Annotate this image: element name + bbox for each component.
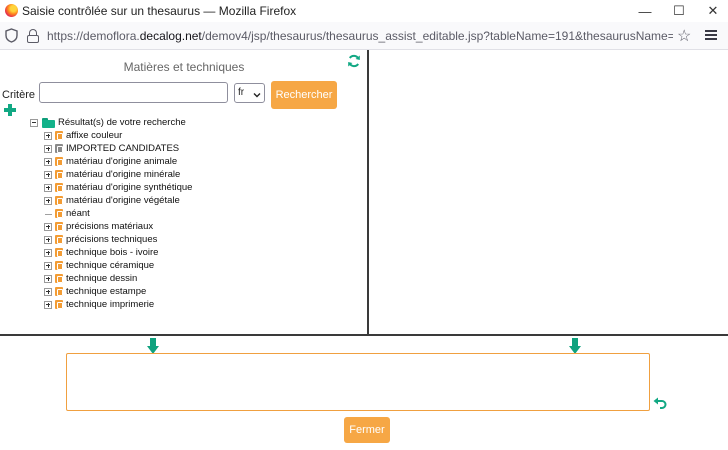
tree-item-label[interactable]: précisions techniques [66, 234, 157, 245]
tree-item-label[interactable]: précisions matériaux [66, 221, 153, 232]
lock-icon[interactable] [26, 28, 40, 44]
undo-icon[interactable] [653, 397, 667, 410]
tree-item-label[interactable]: IMPORTED CANDIDATES [66, 143, 179, 154]
expand-toggle-icon[interactable] [44, 196, 52, 205]
folder-open-icon [42, 117, 55, 128]
window-title: Saisie contrôlée sur un thesaurus — Mozi… [22, 4, 297, 18]
tree-item[interactable]: technique estampe [44, 285, 364, 298]
expand-toggle-icon[interactable] [44, 144, 52, 153]
transfer-down-arrow-icon-right[interactable] [569, 338, 581, 354]
expand-toggle-icon[interactable] [44, 183, 52, 192]
window-titlebar: Saisie contrôlée sur un thesaurus — Mozi… [0, 0, 728, 22]
tree-item-label[interactable]: technique imprimerie [66, 299, 154, 310]
term-node-icon [55, 274, 63, 283]
tree-item-label[interactable]: affixe couleur [66, 130, 122, 141]
hamburger-menu-icon[interactable] [704, 28, 718, 42]
tree-item[interactable]: matériau d'origine minérale [44, 168, 364, 181]
term-node-icon [55, 131, 63, 140]
search-button[interactable]: Rechercher [271, 81, 337, 109]
url-prefix: https://demoflora. [47, 29, 140, 43]
criteria-label: Critère : [2, 89, 42, 101]
tree-connector [44, 210, 52, 218]
term-node-icon [55, 183, 63, 192]
expand-toggle-icon[interactable] [44, 274, 52, 283]
term-node-icon [55, 209, 63, 218]
tree-item[interactable]: IMPORTED CANDIDATES [44, 142, 364, 155]
term-node-icon [55, 235, 63, 244]
expand-toggle-icon[interactable] [44, 287, 52, 296]
term-node-icon [55, 170, 63, 179]
transfer-down-arrow-icon[interactable] [147, 338, 159, 354]
tree-item-label[interactable]: matériau d'origine végétale [66, 195, 180, 206]
tree-item[interactable]: matériau d'origine animale [44, 155, 364, 168]
tree-item-label[interactable]: matériau d'origine synthétique [66, 182, 192, 193]
tree-item-label[interactable]: technique estampe [66, 286, 146, 297]
tree-item-label[interactable]: néant [66, 208, 90, 219]
tree-root[interactable]: Résultat(s) de votre recherche [30, 116, 186, 129]
term-node-icon [55, 157, 63, 166]
navigation-bar: https://demoflora.decalog.net/demov4/jsp… [0, 22, 728, 50]
chevron-down-icon [253, 88, 261, 98]
url-bar[interactable]: https://demoflora.decalog.net/demov4/jsp… [47, 29, 673, 45]
tree-item-label[interactable]: technique dessin [66, 273, 137, 284]
expand-toggle-icon[interactable] [44, 170, 52, 179]
expand-toggle-icon[interactable] [44, 300, 52, 309]
add-plus-icon[interactable] [4, 104, 16, 116]
term-node-icon [55, 261, 63, 270]
tree-item[interactable]: technique bois - ivoire [44, 246, 364, 259]
tracking-protection-shield-icon[interactable] [5, 28, 19, 44]
selected-terms-box[interactable] [66, 353, 650, 411]
expand-toggle-icon[interactable] [44, 248, 52, 257]
refresh-icon[interactable] [347, 54, 361, 68]
term-node-icon [55, 196, 63, 205]
horizontal-divider[interactable] [0, 334, 728, 336]
tree-items: affixe couleur IMPORTED CANDIDATES matéria… [44, 129, 364, 311]
close-button[interactable]: Fermer [344, 417, 390, 443]
tree-item-label[interactable]: matériau d'origine animale [66, 156, 177, 167]
collapse-toggle-icon[interactable] [30, 118, 38, 127]
term-node-icon [55, 248, 63, 257]
tree-item[interactable]: précisions matériaux [44, 220, 364, 233]
tree-item[interactable]: matériau d'origine végétale [44, 194, 364, 207]
term-node-icon [55, 300, 63, 309]
tree-item[interactable]: technique imprimerie [44, 298, 364, 311]
tree-item[interactable]: néant [44, 207, 364, 220]
tree-item-label[interactable]: matériau d'origine minérale [66, 169, 180, 180]
tree-item[interactable]: précisions techniques [44, 233, 364, 246]
close-window-button[interactable]: ✕ [690, 0, 728, 22]
url-path: /demov4/jsp/thesaurus/thesaurus_assist_e… [201, 29, 673, 43]
panel-title: Matières et techniques [123, 60, 245, 74]
expand-toggle-icon[interactable] [44, 235, 52, 244]
tree-item[interactable]: technique dessin [44, 272, 364, 285]
language-selected-value: fr [238, 87, 245, 98]
term-node-icon [55, 287, 63, 296]
expand-toggle-icon[interactable] [44, 261, 52, 270]
tree-item-label[interactable]: technique bois - ivoire [66, 247, 158, 258]
tree-item[interactable]: technique céramique [44, 259, 364, 272]
term-node-icon [55, 222, 63, 231]
bookmark-star-icon[interactable]: ☆ [677, 26, 691, 46]
tree-root-label: Résultat(s) de votre recherche [58, 117, 186, 128]
vertical-divider[interactable] [367, 50, 369, 334]
url-host: decalog.net [139, 29, 202, 43]
term-node-icon [55, 144, 63, 153]
expand-toggle-icon[interactable] [44, 157, 52, 166]
expand-toggle-icon[interactable] [44, 131, 52, 140]
firefox-logo-icon [5, 4, 18, 17]
tree-item-label[interactable]: technique céramique [66, 260, 154, 271]
expand-toggle-icon[interactable] [44, 222, 52, 231]
language-select[interactable]: fr [234, 83, 265, 103]
thesaurus-panel: Matières et techniques Critère : fr Rech… [0, 50, 368, 334]
criteria-input[interactable] [39, 82, 228, 103]
tree-item[interactable]: matériau d'origine synthétique [44, 181, 364, 194]
tree-item[interactable]: affixe couleur [44, 129, 364, 142]
